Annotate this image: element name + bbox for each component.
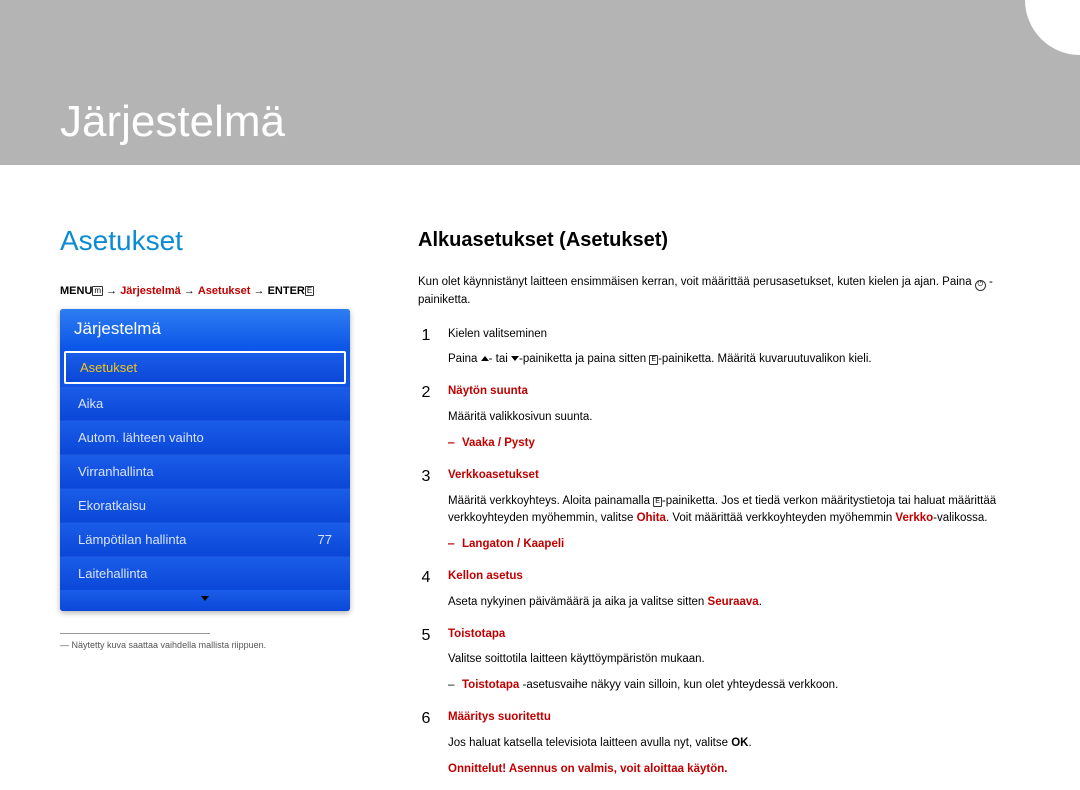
breadcrumb-menu: MENU bbox=[60, 285, 92, 297]
step-body: Näytön suunta Määritä valikkosivun suunta… bbox=[448, 381, 1040, 460]
step-row: 4 Kellon asetus Aseta nykyinen päivämäärä … bbox=[418, 566, 1040, 620]
arrow-up-icon bbox=[481, 356, 489, 361]
step-number: 1 bbox=[418, 324, 434, 378]
chapter-header: Järjestelmä bbox=[0, 0, 1080, 165]
step-row: 1 Kielen valitseminen Paina - tai -painike… bbox=[418, 324, 1040, 378]
osd-menu-item-label: Aika bbox=[78, 396, 103, 411]
step-title: Kellon asetus bbox=[448, 568, 1040, 586]
osd-menu-header: Järjestelmä bbox=[60, 309, 350, 349]
step-row: 6 Määritys suoritettu Jos haluat katsella … bbox=[418, 707, 1040, 786]
osd-menu-item[interactable]: Laitehallinta bbox=[60, 556, 350, 590]
step-option: Langaton / Kaapeli bbox=[448, 536, 1040, 554]
power-icon: ⏻ bbox=[975, 280, 986, 291]
osd-menu-item-label: Ekoratkaisu bbox=[78, 498, 146, 513]
footnote: ― Näytetty kuva saattaa vaihdella mallis… bbox=[60, 640, 380, 650]
chevron-down-icon bbox=[201, 596, 209, 601]
page-content: Asetukset MENUm → Järjestelmä → Asetukse… bbox=[0, 165, 1080, 790]
step-row: 3 Verkkoasetukset Määritä verkkoyhteys. Al… bbox=[418, 465, 1040, 562]
step-title: Määritys suoritettu bbox=[448, 709, 1040, 727]
footnote-rule bbox=[60, 633, 210, 634]
step-body: Toistotapa Valitse soittotila laitteen kä… bbox=[448, 624, 1040, 703]
step-row: 2 Näytön suunta Määritä valikkosivun suunt… bbox=[418, 381, 1040, 460]
step-number: 2 bbox=[418, 381, 434, 460]
breadcrumb-part: Asetukset bbox=[198, 285, 251, 297]
subheading: Alkuasetukset (Asetukset) bbox=[418, 225, 1040, 256]
step-text: Paina - tai -painiketta ja paina sitten … bbox=[448, 351, 1040, 369]
step-number: 6 bbox=[418, 707, 434, 786]
step-text: Kielen valitseminen bbox=[448, 326, 1040, 344]
step-body: Kellon asetus Aseta nykyinen päivämäärä j… bbox=[448, 566, 1040, 620]
osd-menu-item-value: 77 bbox=[318, 532, 332, 547]
step-number: 4 bbox=[418, 566, 434, 620]
step-title: Näytön suunta bbox=[448, 383, 1040, 401]
osd-menu-item-label: Virranhallinta bbox=[78, 464, 154, 479]
breadcrumb-part: Järjestelmä bbox=[120, 285, 181, 297]
step-title: Toistotapa bbox=[448, 626, 1040, 644]
breadcrumb-enter: ENTER bbox=[268, 285, 305, 297]
section-title: Asetukset bbox=[60, 225, 380, 257]
osd-menu-item[interactable]: Virranhallinta bbox=[60, 454, 350, 488]
step-row: 5 Toistotapa Valitse soittotila laitteen k… bbox=[418, 624, 1040, 703]
enter-icon: E bbox=[653, 497, 662, 507]
step-note: Toistotapa -asetusvaihe näkyy vain sillo… bbox=[448, 677, 1040, 695]
osd-menu-item[interactable]: Ekoratkaisu bbox=[60, 488, 350, 522]
step-number: 5 bbox=[418, 624, 434, 703]
menu-icon: m bbox=[92, 286, 103, 296]
step-text: Määritä valikkosivun suunta. bbox=[448, 409, 1040, 427]
step-body: Kielen valitseminen Paina - tai -painiket… bbox=[448, 324, 1040, 378]
step-text: Aseta nykyinen päivämäärä ja aika ja val… bbox=[448, 594, 1040, 612]
step-highlight: Onnittelut! Asennus on valmis, voit aloi… bbox=[448, 761, 1040, 779]
osd-menu-item[interactable]: Autom. lähteen vaihto bbox=[60, 420, 350, 454]
osd-menu-item-label: Autom. lähteen vaihto bbox=[78, 430, 204, 445]
step-text: Jos haluat katsella televisiota laitteen… bbox=[448, 735, 1040, 753]
enter-icon: E bbox=[649, 355, 658, 365]
step-text: Määritä verkkoyhteys. Aloita painamalla … bbox=[448, 493, 1040, 529]
intro-text: Kun olet käynnistänyt laitteen ensimmäis… bbox=[418, 274, 1040, 310]
step-body: Verkkoasetukset Määritä verkkoyhteys. Alo… bbox=[448, 465, 1040, 562]
osd-menu-item-label: Lämpötilan hallinta bbox=[78, 532, 186, 547]
page-corner bbox=[1025, 0, 1080, 55]
right-column: Alkuasetukset (Asetukset) Kun olet käynn… bbox=[418, 225, 1040, 790]
osd-menu-item[interactable]: Asetukset bbox=[64, 351, 346, 384]
step-text: Valitse soittotila laitteen käyttöympäri… bbox=[448, 651, 1040, 669]
step-option: Vaaka / Pysty bbox=[448, 435, 1040, 453]
osd-menu-more[interactable] bbox=[60, 590, 350, 611]
osd-menu-item-label: Laitehallinta bbox=[78, 566, 147, 581]
arrow-down-icon bbox=[511, 356, 519, 361]
osd-menu-item[interactable]: Lämpötilan hallinta 77 bbox=[60, 522, 350, 556]
enter-icon: E bbox=[305, 286, 314, 296]
step-body: Määritys suoritettu Jos haluat katsella t… bbox=[448, 707, 1040, 786]
osd-menu-item-label: Asetukset bbox=[80, 360, 137, 375]
chapter-title: Järjestelmä bbox=[60, 97, 285, 147]
step-title: Verkkoasetukset bbox=[448, 467, 1040, 485]
step-number: 3 bbox=[418, 465, 434, 562]
osd-menu-item[interactable]: Aika bbox=[60, 386, 350, 420]
breadcrumb: MENUm → Järjestelmä → Asetukset → ENTERE bbox=[60, 285, 380, 297]
left-column: Asetukset MENUm → Järjestelmä → Asetukse… bbox=[60, 225, 380, 790]
osd-menu: Järjestelmä Asetukset Aika Autom. lähteen … bbox=[60, 309, 350, 611]
